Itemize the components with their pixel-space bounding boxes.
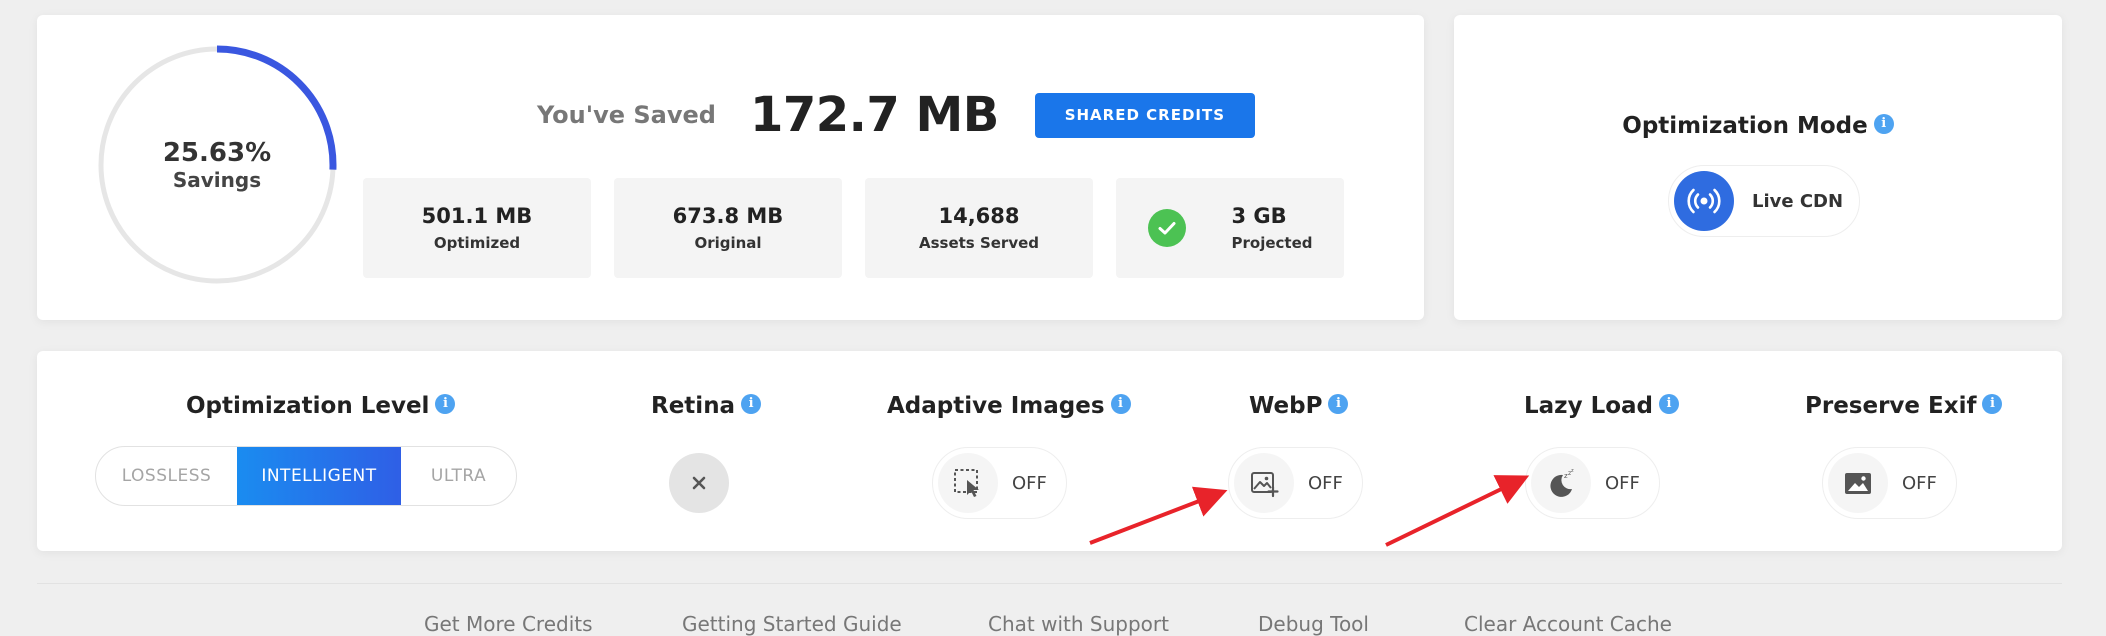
level-option-intelligent[interactable]: INTELLIGENT xyxy=(237,447,401,505)
retina-label: Retina xyxy=(651,393,736,419)
svg-text:z: z xyxy=(1571,468,1574,474)
optimization-level-label: Optimization Level xyxy=(186,393,430,419)
optimization-mode-toggle[interactable]: Live CDN xyxy=(1668,165,1860,237)
info-icon[interactable]: i xyxy=(1659,393,1680,414)
broadcast-icon xyxy=(1674,171,1734,231)
stat-label: Assets Served xyxy=(918,234,1040,252)
lazy-load-title: Lazy Load i xyxy=(1524,393,1680,419)
settings-card: Optimization Level i LOSSLESS INTELLIGENT… xyxy=(37,351,2062,551)
select-cursor-icon xyxy=(938,453,998,513)
info-icon[interactable]: i xyxy=(1982,393,2003,414)
stat-assets-served: 14,688 Assets Served xyxy=(865,178,1093,278)
stat-original: 673.8 MB Original xyxy=(614,178,842,278)
image-add-icon xyxy=(1234,453,1294,513)
footer-divider xyxy=(37,583,2062,584)
info-icon[interactable]: i xyxy=(1328,393,1349,414)
footer-link-support[interactable]: Chat with Support xyxy=(988,612,1169,636)
stat-value: 3 GB xyxy=(1231,204,1287,228)
savings-label: Savings xyxy=(172,168,262,192)
saved-value: 172.7 MB xyxy=(749,87,999,143)
adaptive-images-title: Adaptive Images i xyxy=(887,393,1131,419)
stat-value: 673.8 MB xyxy=(672,204,784,228)
moon-sleep-icon: z z z xyxy=(1531,453,1591,513)
adaptive-images-label: Adaptive Images xyxy=(887,393,1105,419)
lazy-load-toggle[interactable]: z z z OFF xyxy=(1525,447,1660,519)
stat-optimized: 501.1 MB Optimized xyxy=(363,178,591,278)
info-icon[interactable]: i xyxy=(741,393,762,414)
savings-percent: 25.63% xyxy=(162,138,272,168)
preserve-exif-title: Preserve Exif i xyxy=(1805,393,2003,419)
lazy-load-label: Lazy Load xyxy=(1524,393,1654,419)
optimization-mode-label: Optimization Mode xyxy=(1622,113,1868,139)
preserve-exif-label: Preserve Exif xyxy=(1805,393,1977,419)
shared-credits-button[interactable]: SHARED CREDITS xyxy=(1034,92,1255,138)
image-icon xyxy=(1828,453,1888,513)
adaptive-images-state: OFF xyxy=(1012,472,1047,494)
info-icon[interactable]: i xyxy=(1110,393,1131,414)
optimization-level-selector: LOSSLESS INTELLIGENT ULTRA xyxy=(95,446,517,506)
stat-label: Optimized xyxy=(433,234,521,252)
info-icon[interactable]: i xyxy=(435,393,456,414)
optimization-mode-card: Optimization Mode i Live CDN xyxy=(1454,15,2062,320)
preserve-exif-toggle[interactable]: OFF xyxy=(1822,447,1957,519)
webp-toggle[interactable]: OFF xyxy=(1228,447,1363,519)
footer-link-debug[interactable]: Debug Tool xyxy=(1258,612,1369,636)
optimization-mode-title: Optimization Mode i xyxy=(1454,113,2062,139)
retina-toggle[interactable] xyxy=(669,453,729,513)
retina-title: Retina i xyxy=(651,393,762,419)
preserve-exif-state: OFF xyxy=(1902,472,1937,494)
webp-label: WebP xyxy=(1249,393,1323,419)
stat-value: 14,688 xyxy=(938,204,1020,228)
stat-value: 501.1 MB xyxy=(421,204,533,228)
level-option-lossless[interactable]: LOSSLESS xyxy=(96,447,237,505)
stat-projected-text: 3 GB Projected xyxy=(1232,202,1313,254)
level-option-ultra[interactable]: ULTRA xyxy=(401,447,516,505)
stat-label: Projected xyxy=(1231,234,1313,252)
webp-title: WebP i xyxy=(1249,393,1349,419)
savings-card: 25.63% Savings You've Saved 172.7 MB SHA… xyxy=(37,15,1424,320)
optimization-mode-value: Live CDN xyxy=(1752,190,1844,212)
optimization-level-title: Optimization Level i xyxy=(186,393,456,419)
saved-label: You've Saved xyxy=(537,101,716,129)
check-icon xyxy=(1147,209,1186,247)
adaptive-images-toggle[interactable]: OFF xyxy=(932,447,1067,519)
stat-label: Original xyxy=(694,234,762,252)
footer-link-guide[interactable]: Getting Started Guide xyxy=(682,612,902,636)
saved-summary: You've Saved 172.7 MB SHARED CREDITS xyxy=(537,85,1255,145)
close-icon xyxy=(692,476,706,490)
savings-ring-text: 25.63% Savings xyxy=(96,44,338,286)
info-icon[interactable]: i xyxy=(1873,113,1894,134)
footer-link-clear-cache[interactable]: Clear Account Cache xyxy=(1464,612,1672,636)
footer-link-credits[interactable]: Get More Credits xyxy=(424,612,593,636)
lazy-load-state: OFF xyxy=(1605,472,1640,494)
stat-projected: 3 GB Projected xyxy=(1116,178,1344,278)
webp-state: OFF xyxy=(1308,472,1343,494)
